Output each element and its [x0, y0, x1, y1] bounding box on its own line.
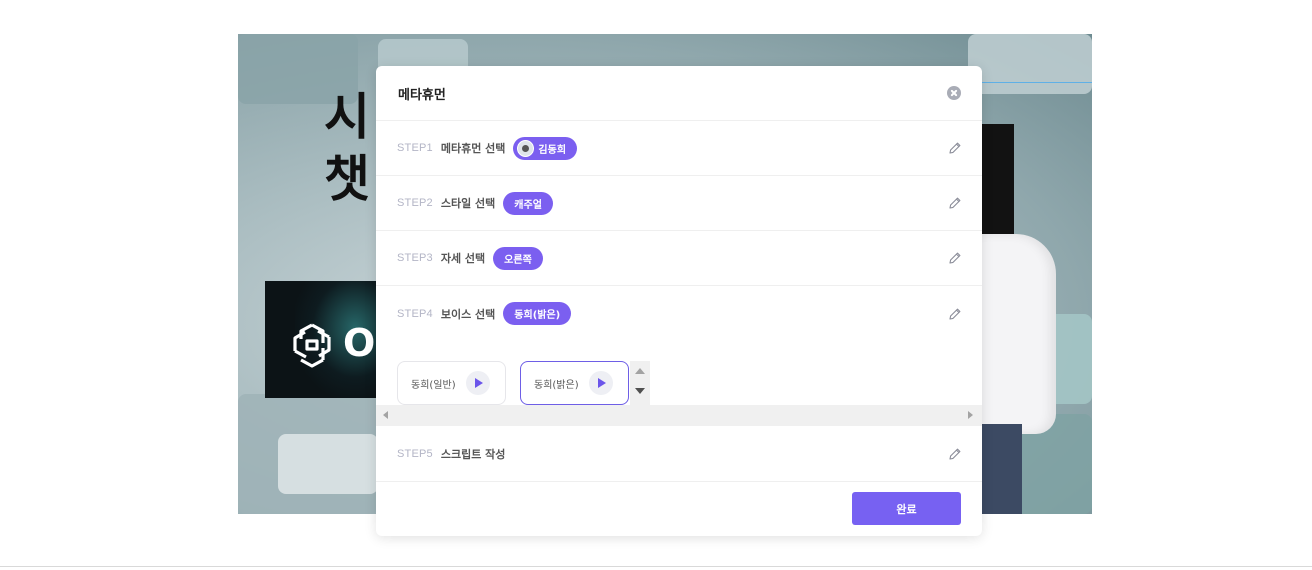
step-1-chip: 김동희 [513, 136, 578, 160]
scroll-right-arrow-icon[interactable] [968, 411, 973, 419]
step-2-chip: 캐주얼 [503, 191, 553, 215]
voice-list-vertical-scrollbar[interactable] [630, 361, 650, 405]
scroll-left-arrow-icon[interactable] [383, 411, 388, 419]
done-button[interactable]: 완료 [852, 492, 961, 525]
jeans [978, 424, 1022, 514]
headline-line-1: 시 [324, 88, 370, 146]
step-1-chip-label: 김동희 [538, 144, 567, 156]
step-3-chip: 오른쪽 [493, 246, 543, 270]
step-2-title: 스타일 선택 [440, 197, 496, 210]
page: 시 챗 O 메타휴먼 STEP1 메타휴먼 선택 김동희 STEP2 스타일 선… [0, 0, 1312, 570]
step-1-label: STEP1 [397, 142, 433, 154]
modal-footer: 완료 [376, 482, 982, 536]
banner-text: O [343, 321, 376, 365]
play-icon[interactable] [465, 371, 490, 395]
openai-logo-icon [293, 323, 331, 368]
avatar [517, 139, 535, 157]
step-3-title: 자세 선택 [440, 252, 486, 265]
step-4-row: STEP4 보이스 선택 동희(밝은) [376, 286, 982, 341]
bg-tile [278, 434, 378, 494]
modal-horizontal-scrollbar[interactable] [376, 405, 982, 426]
scroll-up-arrow-icon[interactable] [635, 368, 645, 374]
headline-line-2: 챗 [324, 150, 370, 208]
modal-header: 메타휴먼 [376, 66, 982, 121]
person-figure [978, 124, 1092, 514]
bg-tile [968, 34, 1092, 94]
headline: 시 챗 [324, 86, 370, 210]
voice-card-normal[interactable]: 동희(일반) [397, 361, 506, 405]
voice-name: 동희(일반) [411, 379, 456, 391]
scroll-down-arrow-icon[interactable] [635, 388, 645, 394]
step-2-row: STEP2 스타일 선택 캐주얼 [376, 176, 982, 231]
step-2-edit-pencil-icon[interactable] [948, 196, 962, 210]
play-icon[interactable] [588, 371, 613, 395]
step-2-label: STEP2 [397, 197, 433, 209]
close-icon[interactable] [947, 86, 961, 100]
step-5-row: STEP5 스크립트 작성 [376, 427, 982, 482]
step-3-label: STEP3 [397, 252, 433, 264]
modal-title: 메타휴먼 [398, 87, 446, 103]
step-3-edit-pencil-icon[interactable] [948, 251, 962, 265]
step-5-title: 스크립트 작성 [440, 448, 506, 461]
step-1-edit-pencil-icon[interactable] [948, 141, 962, 155]
guide-line [982, 82, 1092, 83]
step-5-label: STEP5 [397, 448, 433, 460]
step-5-section: STEP5 스크립트 작성 [376, 427, 982, 482]
step-5-edit-pencil-icon[interactable] [948, 447, 962, 461]
voice-name: 동희(밝은) [534, 379, 579, 391]
step-1-row: STEP1 메타휴먼 선택 김동희 [376, 121, 982, 176]
step-3-row: STEP3 자세 선택 오른쪽 [376, 231, 982, 286]
white-shirt [978, 234, 1056, 434]
step-4-edit-pencil-icon[interactable] [948, 307, 962, 321]
step-4-chip: 동희(밝은) [503, 302, 572, 325]
step-4-title: 보이스 선택 [440, 307, 496, 321]
voice-card-bright[interactable]: 동희(밝은) [520, 361, 629, 405]
step-4-label: STEP4 [397, 307, 433, 320]
metahuman-modal: 메타휴먼 STEP1 메타휴먼 선택 김동희 STEP2 스타일 선택 캐주얼 [376, 66, 982, 536]
step-1-title: 메타휴먼 선택 [440, 142, 506, 155]
page-bottom-divider [0, 566, 1312, 567]
